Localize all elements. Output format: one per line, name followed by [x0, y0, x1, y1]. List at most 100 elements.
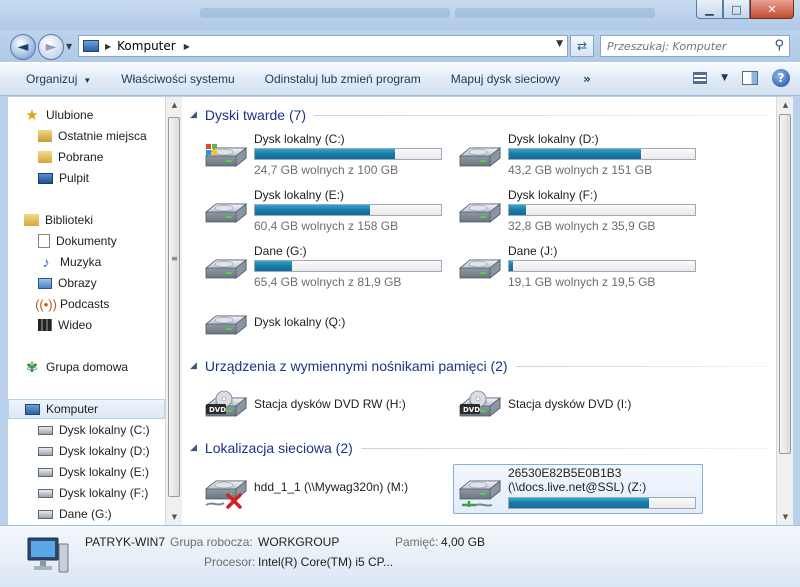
uninstall-program-button[interactable]: Odinstaluj lub zmień program — [250, 72, 436, 86]
search-input[interactable] — [607, 39, 767, 53]
drive-tile[interactable]: Dysk lokalny (F:) 32,8 GB wolnych z 35,9… — [454, 188, 704, 238]
close-button[interactable]: ✕ — [750, 0, 794, 19]
collapse-triangle-icon[interactable]: ◢ — [190, 443, 197, 453]
address-bar[interactable]: ▶ Komputer ▶ ▼ — [78, 35, 568, 57]
preview-pane-icon[interactable] — [742, 71, 758, 85]
drive-usage-bar — [508, 204, 696, 216]
nav-label: Dokumenty — [56, 234, 117, 248]
content-scrollbar[interactable]: ▲ ▼ — [776, 97, 793, 525]
scroll-thumb[interactable] — [168, 117, 180, 497]
drive-free-space: 60,4 GB wolnych z 158 GB — [254, 219, 399, 233]
nav-libraries[interactable]: Biblioteki — [24, 210, 165, 230]
maximize-button[interactable]: □ — [723, 0, 750, 19]
help-icon[interactable]: ? — [772, 69, 790, 87]
nav-computer[interactable]: Komputer — [8, 399, 165, 419]
scroll-down-icon[interactable]: ▼ — [777, 509, 794, 525]
recent-pages-dropdown-icon[interactable]: ▼ — [66, 42, 72, 51]
group-label: Lokalizacja sieciowa (2) — [204, 440, 353, 456]
nav-label: Pulpit — [59, 171, 90, 185]
nav-drive-e[interactable]: Dysk lokalny (E:) — [38, 462, 165, 482]
nav-pictures[interactable]: Obrazy — [38, 273, 165, 293]
drive-tile[interactable]: Dysk lokalny (E:) 60,4 GB wolnych z 158 … — [200, 188, 450, 238]
collapse-triangle-icon[interactable]: ◢ — [190, 361, 197, 371]
search-box[interactable]: ⚲ — [600, 35, 790, 57]
drive-icon — [38, 467, 53, 477]
nav-drive-f[interactable]: Dysk lokalny (F:) — [38, 483, 165, 503]
collapse-triangle-icon[interactable]: ◢ — [190, 110, 197, 120]
drive-usage-bar — [508, 497, 696, 509]
group-divider — [314, 114, 768, 116]
network-drive-tile[interactable]: 26530E82B5E0B1B3 (\\docs.live.net@SSL) (… — [453, 464, 703, 514]
group-removable-storage[interactable]: ◢ Urządzenia z wymiennymi nośnikami pami… — [190, 356, 768, 376]
change-view-icon[interactable] — [693, 72, 708, 84]
drive-usage-fill — [509, 205, 526, 215]
group-label: Dyski twarde (7) — [204, 107, 307, 123]
drive-name: Dane (J:) — [508, 244, 558, 258]
windows-drive-icon — [38, 425, 53, 435]
drive-tile[interactable]: Dysk lokalny (Q:) — [200, 300, 450, 350]
homegroup-icon: ✾ — [26, 358, 38, 375]
podcast-icon: ((•)) — [35, 296, 57, 312]
drive-tile[interactable]: Dysk lokalny (C:) 24,7 GB wolnych z 100 … — [200, 132, 450, 182]
view-dropdown-icon[interactable]: ▼ — [721, 73, 728, 83]
group-divider — [515, 365, 768, 367]
breadcrumb-arrow-icon[interactable]: ▶ — [184, 42, 190, 51]
dvd-label: DVD — [209, 406, 226, 414]
nav-drive-d[interactable]: Dysk lokalny (D:) — [38, 441, 165, 461]
more-commands-button[interactable]: » — [575, 72, 599, 86]
group-network-location[interactable]: ◢ Lokalizacja sieciowa (2) — [190, 438, 768, 458]
scroll-up-icon[interactable]: ▲ — [777, 97, 794, 113]
network-drive-tile[interactable]: hdd_1_1 (\\Mywag320n) (M:) — [200, 465, 450, 515]
drive-usage-bar — [254, 260, 442, 272]
nav-favorites[interactable]: ★ Ulubione — [24, 105, 165, 125]
nav-documents[interactable]: Dokumenty — [38, 231, 165, 251]
drive-name: Dysk lokalny (E:) — [254, 188, 345, 202]
drive-usage-fill — [255, 205, 371, 215]
music-icon: ♪ — [42, 254, 50, 270]
address-dropdown-icon[interactable]: ▼ — [556, 39, 563, 49]
nav-desktop[interactable]: Pulpit — [38, 168, 165, 188]
libraries-icon — [24, 214, 39, 226]
map-network-drive-button[interactable]: Mapuj dysk sieciowy — [436, 72, 575, 86]
back-button[interactable]: ◄ — [10, 34, 36, 60]
dvd-drive-icon: DVD — [202, 390, 250, 426]
minimize-button[interactable]: ▁ — [696, 0, 723, 19]
system-properties-button[interactable]: Właściwości systemu — [106, 72, 249, 86]
drive-name: Dysk lokalny (D:) — [508, 132, 599, 146]
organize-menu-button[interactable]: Organizuj ▼ — [0, 72, 106, 86]
forward-button[interactable]: ► — [38, 34, 64, 60]
scroll-down-icon[interactable]: ▼ — [166, 509, 183, 525]
computer-icon — [25, 403, 40, 415]
drive-tile[interactable]: Dane (G:) 65,4 GB wolnych z 81,9 GB — [200, 244, 450, 294]
drive-name: hdd_1_1 (\\Mywag320n) (M:) — [254, 480, 409, 494]
drive-usage-fill — [255, 261, 293, 271]
breadcrumb-arrow-icon[interactable]: ▶ — [105, 42, 111, 51]
group-hard-drives[interactable]: ◢ Dyski twarde (7) — [190, 105, 768, 125]
refresh-button[interactable]: ⇄ — [570, 35, 594, 57]
scroll-up-icon[interactable]: ▲ — [166, 97, 183, 113]
nav-homegroup[interactable]: ✾ Grupa domowa — [24, 357, 165, 377]
navigation-scrollbar[interactable]: ▲ ≡ ▼ — [165, 97, 182, 525]
dvd-drive-tile[interactable]: DVD Stacja dysków DVD RW (H:) — [200, 382, 450, 432]
nav-podcasts[interactable]: ((•)) Podcasts — [35, 294, 165, 314]
content-pane: ◢ Dyski twarde (7) Dysk lokalny (C:) 24,… — [182, 97, 776, 525]
drive-tile[interactable]: Dane (J:) 19,1 GB wolnych z 19,5 GB — [454, 244, 704, 294]
scroll-thumb[interactable] — [779, 114, 791, 454]
nav-music[interactable]: ♪ Muzyka — [38, 252, 165, 272]
drive-usage-fill — [509, 149, 642, 159]
drive-usage-bar — [254, 148, 442, 160]
nav-drive-c[interactable]: Dysk lokalny (C:) — [38, 420, 165, 440]
dvd-drive-icon: DVD — [456, 390, 504, 426]
pictures-icon — [38, 277, 52, 289]
breadcrumb-computer[interactable]: Komputer — [117, 39, 176, 53]
nav-downloads[interactable]: Pobrane — [38, 147, 165, 167]
nav-drive-g[interactable]: Dane (G:) — [38, 504, 165, 524]
nav-videos[interactable]: Wideo — [38, 315, 165, 335]
search-icon[interactable]: ⚲ — [774, 38, 784, 53]
nav-recent-places[interactable]: Ostatnie miejsca — [38, 126, 165, 146]
group-divider — [360, 447, 768, 449]
star-icon: ★ — [25, 107, 39, 124]
drive-tile[interactable]: Dysk lokalny (D:) 43,2 GB wolnych z 151 … — [454, 132, 704, 182]
dvd-drive-tile[interactable]: DVD Stacja dysków DVD (I:) — [454, 382, 704, 432]
drive-name: Dysk lokalny (C:) — [254, 132, 345, 146]
